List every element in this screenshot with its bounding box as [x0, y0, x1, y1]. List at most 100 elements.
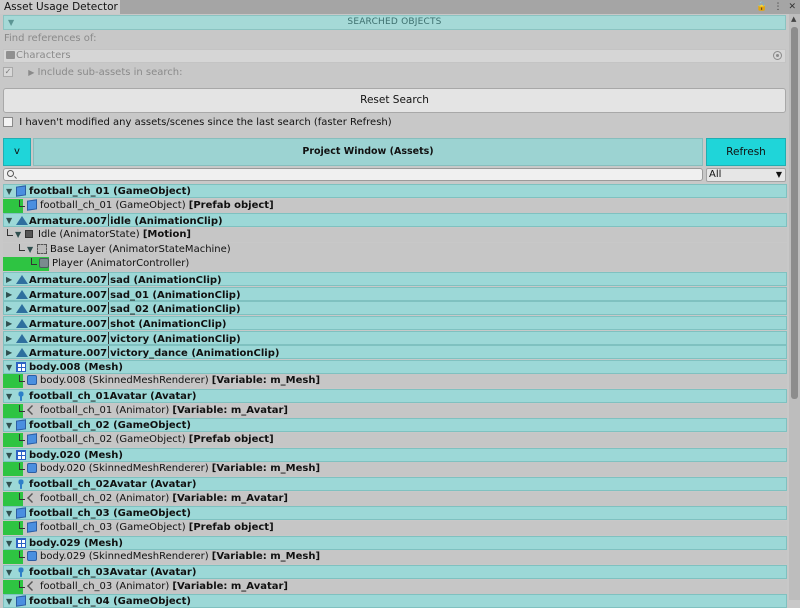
reference-row[interactable]: football_ch_01 (Animator) [Variable: m_A… — [3, 403, 787, 418]
result-row[interactable]: ▼ football_ch_01Avatar (Avatar) — [3, 389, 787, 404]
reference-row[interactable]: football_ch_01 (GameObject) [Prefab obje… — [3, 198, 787, 213]
tree-connector — [19, 580, 25, 588]
row-label: football_ch_01 (Animator) [Variable: m_A… — [40, 404, 288, 417]
reset-search-button[interactable]: Reset Search — [3, 88, 786, 113]
reference-row[interactable]: body.008 (SkinnedMeshRenderer) [Variable… — [3, 374, 787, 389]
tree-connector — [19, 492, 25, 500]
row-text: sad_01 (AnimationClip) — [110, 289, 241, 301]
reference-row[interactable]: ▼ Base Layer (AnimatorStateMachine) — [3, 242, 787, 257]
expand-triangle-icon[interactable]: ▶ — [28, 68, 34, 77]
row-label: Armature.007 sad_02 (AnimationClip) — [29, 302, 241, 316]
tree-connector — [19, 375, 25, 383]
tab-asset-usage-detector[interactable]: Asset Usage Detector — [0, 0, 120, 14]
collapse-toggle-button[interactable]: v — [3, 138, 31, 166]
menu-icon[interactable]: ⋮ — [773, 2, 782, 12]
result-row[interactable]: ▼ body.020 (Mesh) — [3, 447, 787, 462]
row-label: body.029 (SkinnedMeshRenderer) [Variable… — [40, 550, 320, 563]
result-row[interactable]: ▶ Armature.007 shot (AnimationClip) — [3, 315, 787, 330]
results-filter-select[interactable]: All ▼ — [706, 168, 786, 182]
find-references-label: Find references of: — [4, 33, 97, 44]
collapsed-triangle-icon[interactable]: ▶ — [6, 302, 12, 315]
results-search-input[interactable] — [3, 168, 703, 181]
result-row[interactable]: ▼ body.029 (Mesh) — [3, 535, 787, 550]
reference-row[interactable]: body.020 (SkinnedMeshRenderer) [Variable… — [3, 462, 787, 477]
results-group-title[interactable]: Project Window (Assets) — [33, 138, 703, 166]
result-row[interactable]: ▶ Armature.007 sad (AnimationClip) — [3, 271, 787, 286]
reference-row[interactable]: Player (AnimatorController) — [3, 257, 787, 272]
row-text: football_ch_03Avatar (Avatar) — [29, 566, 197, 578]
vertical-scrollbar[interactable]: ▲ — [789, 14, 800, 600]
result-row[interactable]: ▼ football_ch_02 (GameObject) — [3, 418, 787, 433]
reference-row[interactable]: football_ch_03 (GameObject) [Prefab obje… — [3, 520, 787, 535]
gameobject-icon — [27, 198, 37, 211]
collapsed-triangle-icon[interactable]: ▶ — [6, 273, 12, 286]
animation-clip-icon — [16, 216, 28, 226]
result-row[interactable]: ▼ football_ch_03Avatar (Avatar) — [3, 564, 787, 579]
expanded-triangle-icon[interactable]: ▼ — [6, 566, 12, 579]
expanded-triangle-icon[interactable]: ▼ — [6, 214, 12, 227]
result-row[interactable]: ▼ football_ch_04 (GameObject) — [3, 594, 787, 608]
reference-row[interactable]: ▼ Idle (AnimatorState) [Motion] — [3, 227, 787, 242]
result-row[interactable]: ▼ football_ch_03 (GameObject) — [3, 506, 787, 521]
row-label: Armature.007 victory (AnimationClip) — [29, 331, 241, 346]
close-icon[interactable]: ✕ — [788, 2, 796, 12]
avatar-icon — [16, 566, 26, 577]
animation-clip-icon — [16, 348, 28, 358]
row-label: football_ch_02 (GameObject) — [29, 419, 191, 432]
collapsed-triangle-icon[interactable]: ▶ — [6, 332, 12, 345]
searched-objects-header[interactable]: ▼ SEARCHED OBJECTS — [3, 15, 786, 30]
result-row[interactable]: ▼ Armature.007 idle (AnimationClip) — [3, 213, 787, 228]
result-row[interactable]: ▶ Armature.007 sad_02 (AnimationClip) — [3, 301, 787, 316]
reference-row[interactable]: football_ch_02 (GameObject) [Prefab obje… — [3, 433, 787, 448]
row-text: body.020 (SkinnedMeshRenderer) — [40, 463, 212, 475]
row-label: body.020 (SkinnedMeshRenderer) [Variable… — [40, 462, 320, 475]
reference-row[interactable]: football_ch_02 (Animator) [Variable: m_A… — [3, 491, 787, 506]
result-row[interactable]: ▼ body.008 (Mesh) — [3, 359, 787, 374]
row-text: body.008 (Mesh) — [29, 361, 123, 373]
row-prefix: Armature.007 — [29, 318, 108, 330]
expanded-triangle-icon[interactable]: ▼ — [6, 419, 12, 432]
reference-tag: [Prefab object] — [188, 521, 274, 533]
reference-row[interactable]: body.029 (SkinnedMeshRenderer) [Variable… — [3, 550, 787, 565]
expanded-triangle-icon[interactable]: ▼ — [6, 185, 12, 198]
expanded-triangle-icon[interactable]: ▼ — [15, 228, 21, 241]
row-text: football_ch_01 (Animator) — [40, 404, 173, 416]
include-sub-assets-checkbox[interactable]: ✓ — [3, 67, 13, 77]
scrollbar-thumb[interactable] — [791, 27, 798, 399]
result-row[interactable]: ▶ Armature.007 victory_dance (AnimationCli… — [3, 345, 787, 360]
animator-icon — [27, 404, 37, 415]
object-picker-icon[interactable] — [773, 51, 782, 60]
collapsed-triangle-icon[interactable]: ▶ — [6, 288, 12, 301]
refresh-button[interactable]: Refresh — [706, 138, 786, 166]
reference-row[interactable]: football_ch_03 (Animator) [Variable: m_A… — [3, 579, 787, 594]
row-text: victory (AnimationClip) — [110, 333, 241, 345]
result-row[interactable]: ▼ football_ch_01 (GameObject) — [3, 184, 787, 198]
reference-tag: [Prefab object] — [188, 434, 274, 446]
scroll-up-icon[interactable]: ▲ — [791, 15, 796, 23]
faster-refresh-checkbox[interactable] — [3, 117, 13, 127]
tree-connector — [7, 228, 13, 236]
result-row[interactable]: ▶ Armature.007 victory (AnimationClip) — [3, 330, 787, 346]
avatar-icon — [16, 391, 26, 402]
expanded-triangle-icon[interactable]: ▼ — [6, 478, 12, 491]
row-text: football_ch_02 (GameObject) — [40, 434, 189, 446]
expanded-triangle-icon[interactable]: ▼ — [6, 595, 12, 608]
faster-refresh-row: I haven't modified any assets/scenes sin… — [3, 116, 392, 129]
result-row[interactable]: ▼ football_ch_02Avatar (Avatar) — [3, 477, 787, 491]
collapsed-triangle-icon[interactable]: ▶ — [6, 346, 12, 359]
expanded-triangle-icon[interactable]: ▼ — [6, 361, 12, 374]
result-row[interactable]: ▶ Armature.007 sad_01 (AnimationClip) — [3, 286, 787, 302]
expanded-triangle-icon[interactable]: ▼ — [6, 449, 12, 462]
expanded-triangle-icon[interactable]: ▼ — [27, 243, 33, 256]
gameobject-icon — [16, 185, 26, 197]
reference-tag: [Variable: m_Avatar] — [172, 492, 288, 504]
search-target-field[interactable]: Characters — [3, 49, 786, 63]
row-label: Armature.007 sad_01 (AnimationClip) — [29, 287, 241, 302]
lock-icon[interactable]: 🔒 — [756, 2, 767, 12]
row-prefix: Armature.007 — [29, 216, 108, 228]
expanded-triangle-icon[interactable]: ▼ — [6, 507, 12, 520]
expanded-triangle-icon[interactable]: ▼ — [6, 390, 12, 403]
expanded-triangle-icon[interactable]: ▼ — [6, 537, 12, 550]
collapsed-triangle-icon[interactable]: ▶ — [6, 317, 12, 330]
window-controls: 🔒 ⋮ ✕ — [756, 0, 796, 14]
